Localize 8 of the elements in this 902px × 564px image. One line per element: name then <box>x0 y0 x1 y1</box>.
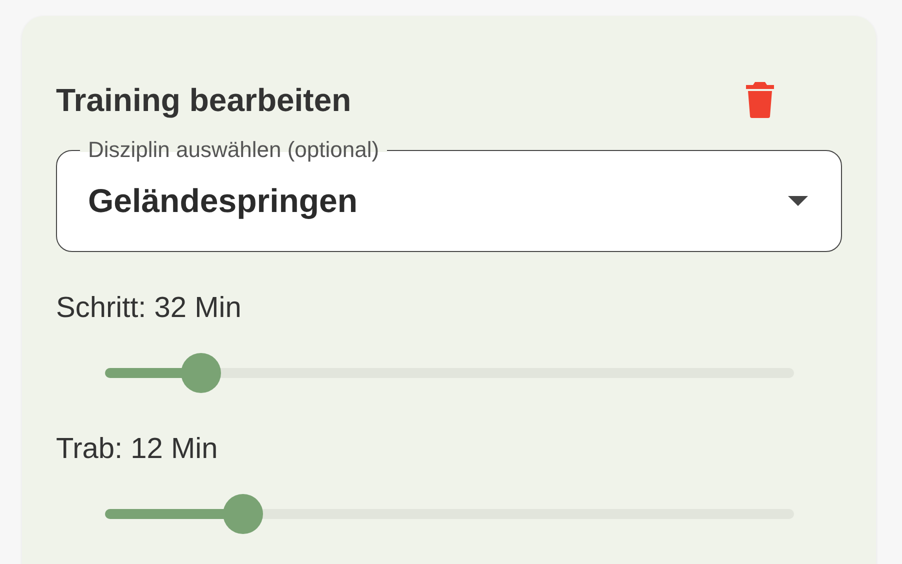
slider-label: Trab: 12 Min <box>56 433 219 466</box>
caret-icon <box>788 196 808 206</box>
card-title: Training bearbeiten <box>56 82 352 118</box>
slider[interactable] <box>105 494 794 534</box>
delete-icon[interactable] <box>746 82 774 118</box>
slider[interactable] <box>105 353 794 393</box>
slider-label: Schritt: 32 Min <box>56 292 242 325</box>
dropdown-value: Geländespringen <box>88 182 358 220</box>
